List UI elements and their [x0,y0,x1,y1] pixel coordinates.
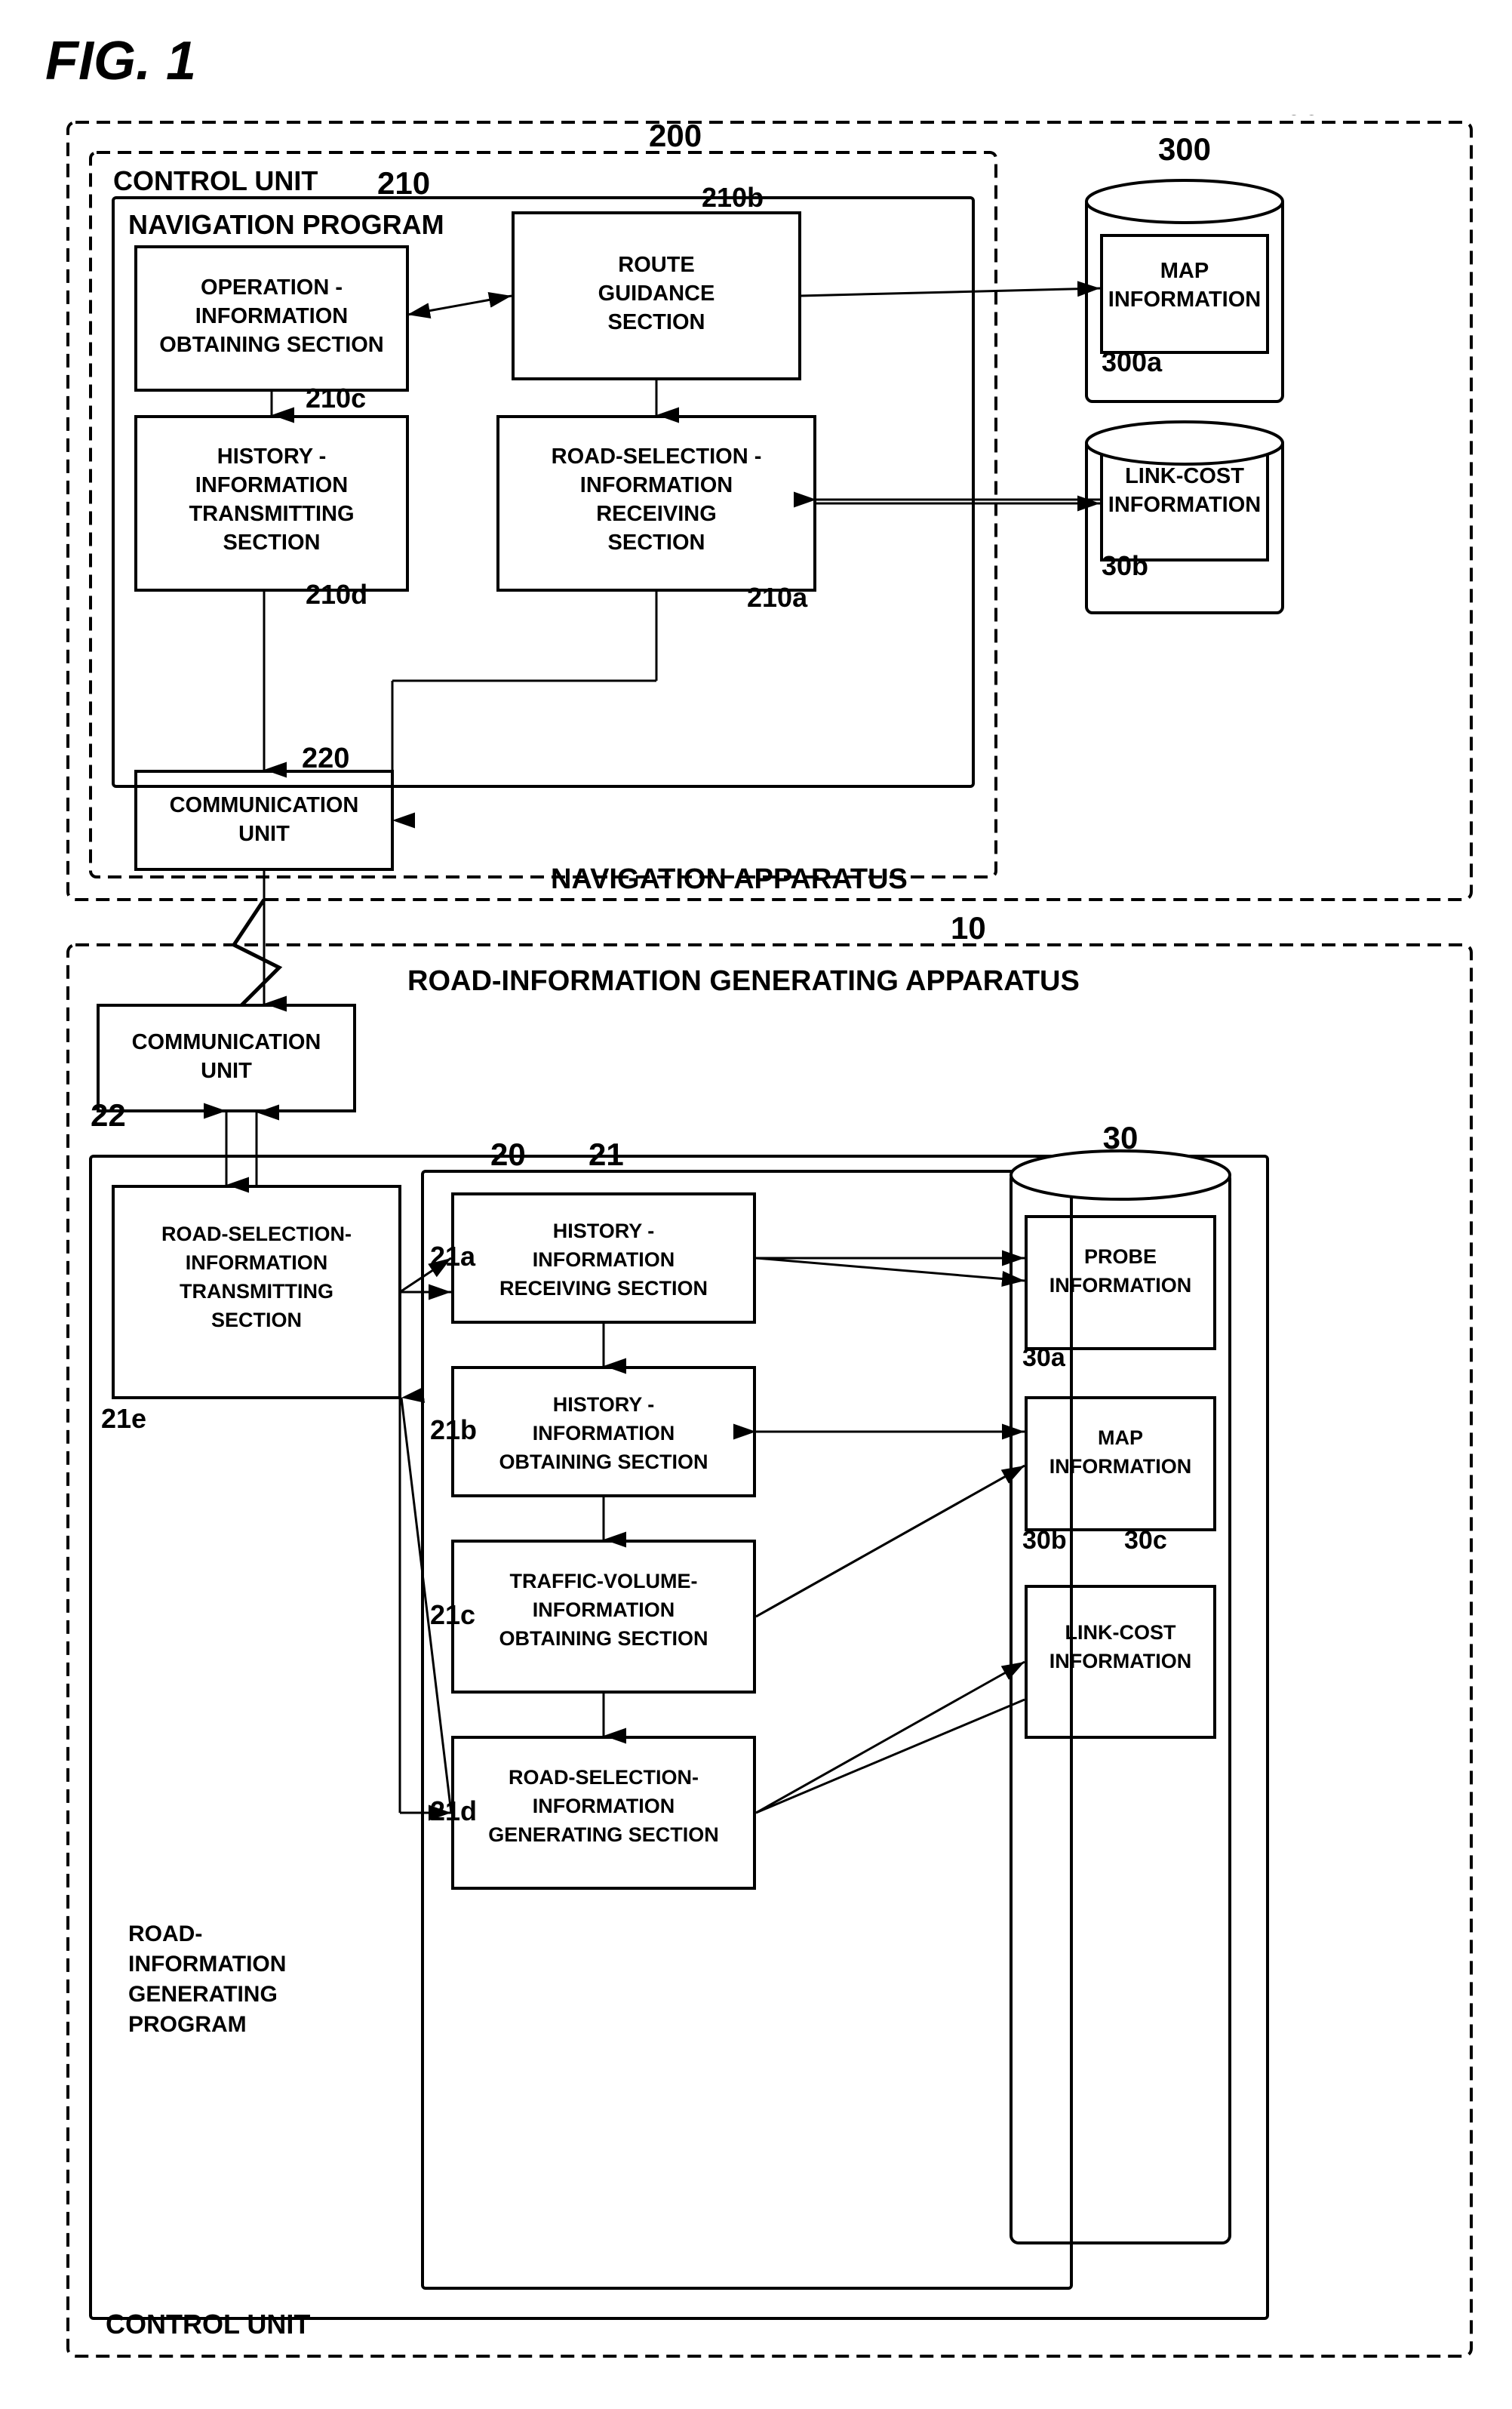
map-info-text-1-bottom: MAP [1098,1426,1143,1449]
road-sel-trans-text-1: ROAD-SELECTION- [161,1223,352,1245]
comm-unit-bottom-box [98,1005,355,1111]
comm-unit-top-text-2: UNIT [238,822,290,846]
operation-info-text-2: INFORMATION [195,304,348,328]
arrow-roadselgen-to-linkcost [756,1662,1025,1813]
map-info-cylinder-top [1086,180,1283,223]
label-210: 210 [377,165,430,201]
operation-info-text-3: OBTAINING SECTION [159,333,384,357]
label-200: 200 [649,118,702,153]
arrow-route-to-mapinfo [800,288,1100,296]
label-220: 220 [302,743,349,774]
lightning-bolt [234,900,279,1005]
link-cost-text-1-top: LINK-COST [1125,464,1244,488]
label-21e: 21e [101,1403,146,1434]
route-guidance-text-3: SECTION [608,310,705,334]
label-10: 10 [951,910,986,946]
main-diagram: 100 200 CONTROL UNIT 210 NAVIGATION PROG… [45,115,1479,2379]
link-cost-text-1-bottom: LINK-COST [1065,1621,1176,1644]
history-transmit-text-2: INFORMATION [195,473,348,497]
probe-info-text-1: PROBE [1084,1245,1157,1268]
label-22: 22 [91,1097,126,1133]
label-30b-top: 30b [1102,550,1148,581]
label-210d: 210d [306,579,367,610]
history-transmit-text-4: SECTION [223,531,321,555]
comm-unit-bottom-text-2: UNIT [201,1059,252,1083]
label-300: 300 [1158,131,1211,167]
control-unit-label-bottom: CONTROL UNIT [106,2309,310,2340]
label-210b: 210b [702,182,764,213]
label-30c: 30c [1124,1526,1167,1555]
traffic-vol-text-2: INFORMATION [533,1598,675,1621]
traffic-vol-text-3: OBTAINING SECTION [499,1627,708,1650]
label-30a-bottom: 30a [1022,1343,1066,1372]
nav-apparatus-label: NAVIGATION APPARATUS [551,863,908,895]
link-cost-cylinder-top [1086,422,1283,464]
db-cylinder-30-top [1011,1151,1230,1199]
gen-linkcost-diag [756,1700,1025,1813]
label-21c: 21c [430,1599,475,1630]
road-sel-gen-text-1: ROAD-SELECTION- [509,1766,699,1789]
road-sel-gen-text-3: GENERATING SECTION [488,1823,719,1846]
road-info-program-text-3: GENERATING [128,1982,278,2007]
label-210c: 210c [306,383,366,414]
traffic-map-diag [756,1466,1025,1617]
label-21b: 21b [430,1414,477,1445]
label-21: 21 [589,1137,624,1172]
map-info-text-2-bottom: INFORMATION [1049,1455,1191,1478]
label-100: 100 [1268,115,1320,122]
history-transmit-text-1: HISTORY - [217,445,327,469]
arrow-op-to-route [407,296,512,315]
nav-program-label: NAVIGATION PROGRAM [128,209,444,240]
history-recv-text-1: HISTORY - [553,1220,655,1242]
road-info-gen-label: ROAD-INFORMATION GENERATING APPARATUS [407,965,1080,997]
arrow-roadsel-to-inner [400,1258,451,1292]
label-30: 30 [1103,1120,1139,1155]
operation-info-text-1: OPERATION - [201,275,343,300]
traffic-vol-text-1: TRAFFIC-VOLUME- [510,1570,698,1592]
route-guidance-text-1: ROUTE [618,253,695,277]
label-30b-bottom: 30b [1022,1526,1067,1555]
label-300a: 300a [1102,346,1163,377]
probe-info-text-2: INFORMATION [1049,1274,1191,1297]
link-cost-text-2-bottom: INFORMATION [1049,1650,1191,1672]
arrow-histrecv-to-probe [756,1258,1025,1281]
history-obtain-text-2: INFORMATION [533,1422,675,1444]
road-sel-recv-text-4: SECTION [608,531,705,555]
road-sel-recv-text-1: ROAD-SELECTION - [552,445,762,469]
link-cost-text-2-top: INFORMATION [1108,493,1261,517]
page-container: FIG. 1 [0,0,1512,2409]
road-sel-trans-text-3: TRANSMITTING [180,1280,333,1303]
history-obtain-text-1: HISTORY - [553,1393,655,1416]
road-sel-gen-text-2: INFORMATION [533,1795,675,1817]
comm-unit-top-text-1: COMMUNICATION [170,793,359,817]
figure-title: FIG. 1 [45,30,1467,92]
comm-unit-bottom-text-1: COMMUNICATION [132,1030,321,1054]
road-sel-trans-text-2: INFORMATION [186,1251,327,1274]
road-info-program-text-4: PROGRAM [128,2012,247,2037]
control-unit-label-top: CONTROL UNIT [113,165,318,196]
inner-program-box-21 [423,1171,1071,2288]
road-sel-recv-text-3: RECEIVING [596,502,717,526]
history-recv-text-3: RECEIVING SECTION [499,1277,708,1300]
label-20: 20 [490,1137,526,1172]
road-info-program-text-2: INFORMATION [128,1952,286,1977]
road-sel-recv-text-2: INFORMATION [580,473,733,497]
db-cylinder-30 [1011,1171,1230,2243]
history-obtain-text-3: OBTAINING SECTION [499,1451,708,1473]
map-info-text-2-top: INFORMATION [1108,288,1261,312]
road-info-program-text-1: ROAD- [128,1921,202,1946]
history-transmit-text-3: TRANSMITTING [189,502,354,526]
route-guidance-text-2: GUIDANCE [598,282,715,306]
label-21d: 21d [430,1795,477,1826]
map-info-text-1-top: MAP [1160,259,1209,283]
label-210a: 210a [747,582,808,613]
history-recv-text-2: INFORMATION [533,1248,675,1271]
road-sel-trans-text-4: SECTION [211,1309,302,1331]
